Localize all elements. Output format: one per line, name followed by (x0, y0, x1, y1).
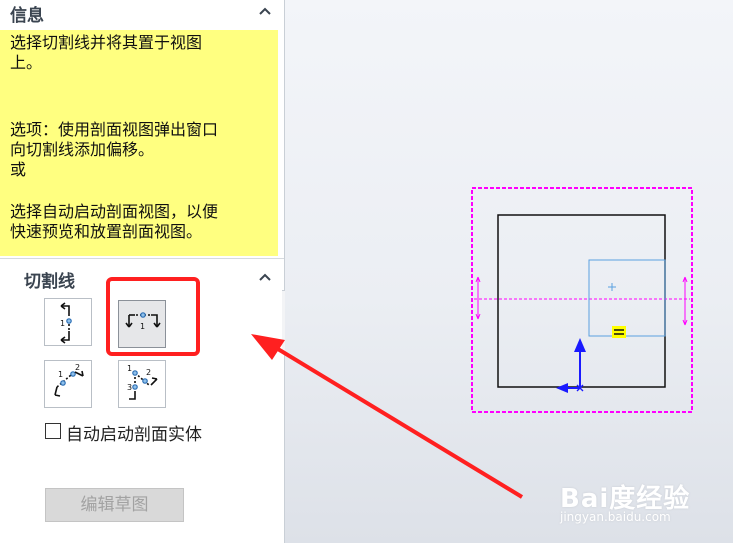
center-cross-icon (608, 283, 616, 291)
view-boundary (471, 187, 693, 413)
annotation-arrow (266, 341, 524, 499)
x-axis-arrow-icon (556, 383, 568, 393)
drawing-overlay (251, 187, 693, 499)
section-arrow-right (682, 276, 688, 326)
selection-box[interactable] (588, 259, 666, 337)
annotation-arrow-head-icon (251, 334, 285, 360)
model-outline (497, 214, 666, 388)
baidu-watermark-url: jingyan.baidu.com (560, 510, 671, 524)
equal-constraint-icon (612, 326, 626, 338)
y-axis-arrow-icon (574, 338, 586, 352)
section-arrow-left (475, 276, 481, 320)
